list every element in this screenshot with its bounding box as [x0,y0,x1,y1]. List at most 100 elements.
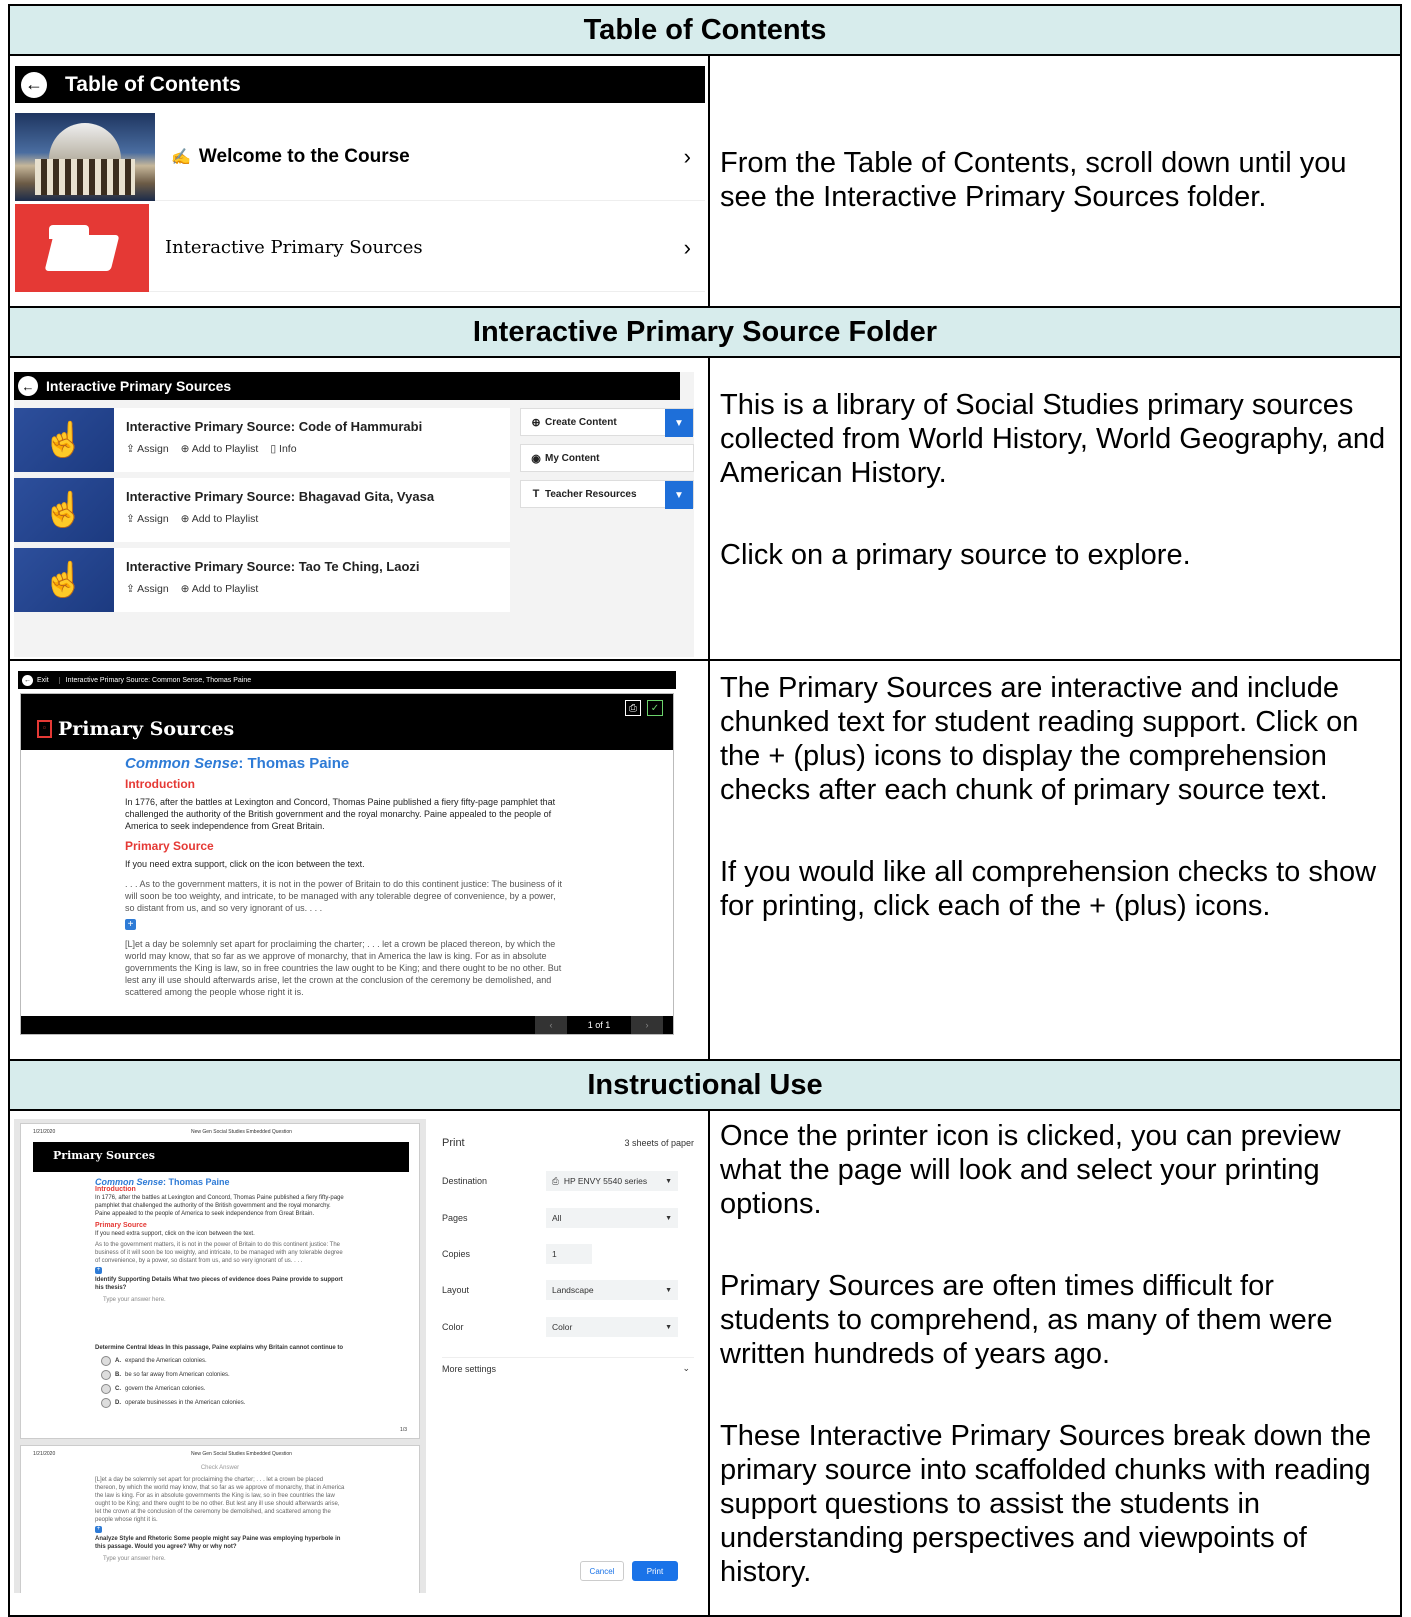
destination-select[interactable]: ⎙ HP ENVY 5540 series ▼ [546,1171,678,1191]
assign-link[interactable]: ⇪ Assign [126,443,169,455]
color-row: Color Color ▼ [442,1317,694,1337]
ips-item-title: Interactive Primary Source: Code of Hamm… [126,419,423,434]
folder-row: ← Interactive Primary Sources ☝ Interact… [10,358,1400,661]
chevron-down-icon: ▼ [665,1214,672,1222]
page-indicator: 1 of 1 [587,1020,611,1030]
destination-row: Destination ⎙ HP ENVY 5540 series ▼ [442,1171,694,1191]
color-select[interactable]: Color ▼ [546,1317,678,1337]
dropdown-arrow-icon[interactable]: ▼ [665,409,693,437]
plus-circle-icon: ⊕ [531,416,541,429]
text-icon: T [532,488,540,500]
check-icon[interactable]: ✓ [647,700,663,716]
viewer-top-bar: ← Exit Interactive Primary Source: Commo… [18,671,676,689]
print-options-panel: Print 3 sheets of paper Destination ⎙ HP … [430,1119,702,1593]
folder-description: This is a library of Social Studies prim… [720,389,1386,571]
section-heading-folder: Interactive Primary Source Folder [10,308,1400,358]
print-preview: 1/21/2020 New Gen Social Studies Embedde… [14,1119,426,1593]
toc-bar-title: Table of Contents [65,72,241,96]
chunk-2: [L]et a day be solemnly set apart for pr… [125,939,562,997]
ips-item-title: Interactive Primary Source: Bhagavad Git… [126,489,435,504]
cancel-button[interactable]: Cancel [580,1561,624,1581]
layout-select[interactable]: Landscape ▼ [546,1280,678,1300]
folder-thumbnail [15,203,149,292]
preview-page-2: 1/21/2020 New Gen Social Studies Embedde… [20,1445,420,1593]
plus-icon[interactable]: + [95,1526,102,1533]
copies-row: Copies 1 [442,1244,694,1264]
back-arrow-icon[interactable]: ← [22,674,33,686]
print-description: Once the printer icon is clicked, you ca… [720,1120,1372,1588]
sheets-count: 3 sheets of paper [624,1138,694,1148]
toc-screenshot: ← Table of Contents ✍ Welcome to the Cou… [10,56,710,306]
folder-screenshot: ← Interactive Primary Sources ☝ Interact… [10,358,710,659]
toc-row: ← Table of Contents ✍ Welcome to the Cou… [10,56,1400,308]
primary-sources-logo-icon: ◦ [37,720,52,738]
toc-bar: ← Table of Contents [15,66,705,103]
viewer-description: The Primary Sources are interactive and … [720,672,1377,922]
chevron-down-icon: ⌄ [682,1363,690,1373]
preview-body-2: Check Answer [L]et a day be solemnly set… [95,1465,345,1562]
chevron-down-icon: ▼ [665,1286,672,1294]
exit-link[interactable]: Exit [37,677,49,684]
chevron-down-icon: ▼ [665,1177,672,1185]
print-title: Print [442,1137,465,1149]
preview-header: Primary Sources [33,1142,409,1172]
toc-item-label: Interactive Primary Sources [165,237,423,258]
memorial-thumbnail [15,112,155,201]
add-to-playlist-link[interactable]: ⊕ Add to Playlist [181,583,259,595]
chevron-down-icon: ▼ [665,1323,672,1331]
ips-item-hammurabi[interactable]: ☝ Interactive Primary Source: Code of Ha… [14,408,510,472]
ips-item-tao-te-ching[interactable]: ☝ Interactive Primary Source: Tao Te Chi… [14,548,510,612]
more-settings-row[interactable]: More settings ⌄ [442,1357,694,1377]
ips-item-bhagavad-gita[interactable]: ☝ Interactive Primary Source: Bhagavad G… [14,478,510,542]
viewer-footer: ‹ 1 of 1 › [21,1016,673,1034]
pointer-hand-icon: ☝ [14,478,114,542]
viewer-body: Common Sense: Thomas Paine Introduction … [125,755,565,1006]
intro-heading: Introduction [125,777,195,791]
dropdown-arrow-icon[interactable]: ▼ [665,481,693,509]
back-arrow-icon[interactable]: ← [18,376,38,396]
viewer-row: ← Exit Interactive Primary Source: Commo… [10,661,1400,1061]
chevron-right-icon: › [683,143,691,169]
toc-item-primary-sources[interactable]: Interactive Primary Sources › [15,203,705,292]
intro-text: In 1776, after the battles at Lexington … [125,797,556,831]
pages-row: Pages All ▼ [442,1208,694,1228]
info-link[interactable]: ▯ Info [270,443,296,455]
plus-icon[interactable]: + [95,1267,102,1274]
section-heading-toc: Table of Contents [10,6,1400,56]
source-heading: Primary Source [125,839,214,853]
copies-input[interactable]: 1 [546,1244,592,1264]
back-arrow-icon[interactable]: ← [21,71,47,98]
ips-item-title: Interactive Primary Source: Tao Te Ching… [126,559,420,574]
pages-select[interactable]: All ▼ [546,1208,678,1228]
assign-link[interactable]: ⇪ Assign [126,583,169,595]
next-page-button[interactable]: › [631,1016,663,1034]
add-to-playlist-link[interactable]: ⊕ Add to Playlist [181,443,259,455]
toc-description: From the Table of Contents, scroll down … [720,147,1347,213]
chunk-1: . . . As to the government matters, it i… [125,879,563,913]
add-to-playlist-link[interactable]: ⊕ Add to Playlist [181,513,259,525]
pointer-hand-icon: ☝ [14,408,114,472]
plus-icon[interactable]: + [125,919,136,930]
target-icon: ◉ [531,452,541,465]
pointer-hand-icon: ☝ [14,548,114,612]
assign-link[interactable]: ⇪ Assign [126,513,169,525]
toc-item-welcome[interactable]: ✍ Welcome to the Course › [15,112,705,201]
support-text: If you need extra support, click on the … [125,859,365,869]
preview-page-1: 1/21/2020 New Gen Social Studies Embedde… [20,1123,420,1439]
viewer-top-title: Interactive Primary Source: Common Sense… [58,676,251,684]
my-content-button[interactable]: ◉ My Content [520,444,694,472]
section-heading-instructional: Instructional Use [10,1061,1400,1111]
viewer-frame: ◦ Primary Sources ⎙ ✓ Common Sense: Thoma… [20,693,674,1035]
document-table: Table of Contents ← Table of Contents ✍ … [8,4,1402,1617]
folder-icon [44,224,120,271]
viewer-screenshot: ← Exit Interactive Primary Source: Commo… [10,661,710,1059]
chevron-right-icon: › [683,234,691,260]
printer-icon[interactable]: ⎙ [625,700,641,716]
ips-bar: ← Interactive Primary Sources [14,372,680,400]
prev-page-button[interactable]: ‹ [535,1016,567,1034]
create-content-button[interactable]: ⊕ Create Content ▼ [520,408,694,437]
teacher-resources-button[interactable]: T Teacher Resources ▼ [520,480,694,509]
source-title: Common Sense: Thomas Paine [125,755,350,772]
layout-row: Layout Landscape ▼ [442,1280,694,1300]
print-button[interactable]: Print [632,1561,678,1581]
